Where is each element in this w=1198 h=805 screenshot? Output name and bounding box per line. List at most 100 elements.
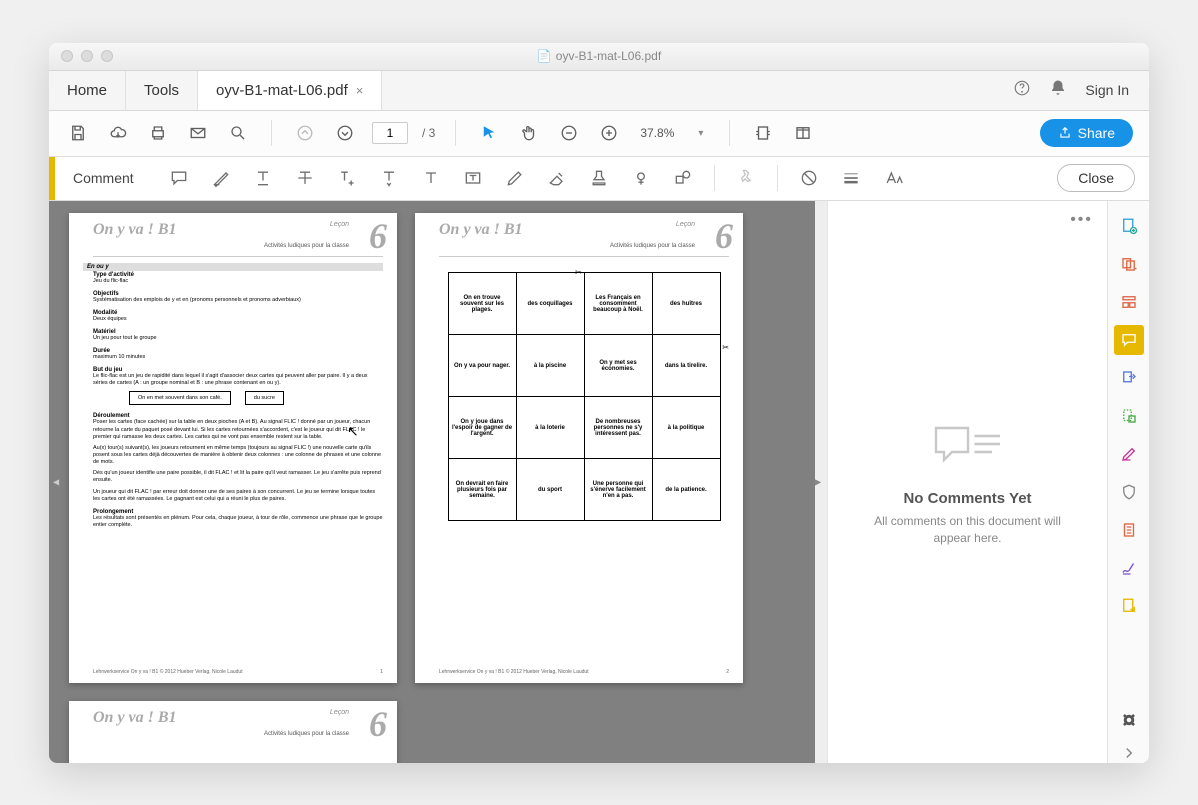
tab-document-label: oyv-B1-mat-L06.pdf bbox=[216, 82, 348, 99]
email-icon[interactable] bbox=[185, 120, 211, 146]
compress-icon[interactable] bbox=[1114, 515, 1144, 545]
card: De nombreuses personnes ne s'y intéresse… bbox=[584, 396, 653, 459]
insert-text-icon[interactable] bbox=[372, 161, 406, 195]
protect-icon[interactable] bbox=[1114, 477, 1144, 507]
tools-rail bbox=[1107, 201, 1149, 763]
content-area: On y va ! B1 Leçon Activités ludiques po… bbox=[49, 201, 1149, 763]
shapes-icon[interactable] bbox=[666, 161, 700, 195]
page-down-icon[interactable] bbox=[332, 120, 358, 146]
window-title: 📄oyv-B1-mat-L06.pdf bbox=[49, 49, 1149, 63]
bell-icon[interactable] bbox=[1049, 79, 1067, 101]
hand-tool-icon[interactable] bbox=[516, 120, 542, 146]
color-icon[interactable] bbox=[792, 161, 826, 195]
eraser-icon[interactable] bbox=[540, 161, 574, 195]
lesson-number-3: 6 bbox=[369, 703, 387, 745]
fill-sign-icon[interactable] bbox=[1114, 553, 1144, 583]
save-icon[interactable] bbox=[65, 120, 91, 146]
highlight-icon[interactable] bbox=[204, 161, 238, 195]
page-up-icon[interactable] bbox=[292, 120, 318, 146]
lesson-number-2: 6 bbox=[715, 215, 733, 257]
scissors-icon: ✂ bbox=[575, 268, 582, 277]
font-icon[interactable] bbox=[876, 161, 910, 195]
search-icon[interactable] bbox=[225, 120, 251, 146]
sticky-note-icon[interactable] bbox=[162, 161, 196, 195]
comment-label: Comment bbox=[73, 170, 134, 186]
comment-toolbar: Comment Close bbox=[49, 157, 1149, 201]
pencil-icon[interactable] bbox=[498, 161, 532, 195]
document-viewport[interactable]: On y va ! B1 Leçon Activités ludiques po… bbox=[49, 201, 815, 763]
deroulement-v3: Dès qu'un joueur identifie une paire pos… bbox=[93, 470, 383, 484]
underline-icon[interactable] bbox=[246, 161, 280, 195]
close-window-icon[interactable] bbox=[61, 50, 73, 62]
page-total-label: / 3 bbox=[422, 126, 435, 140]
share-button[interactable]: Share bbox=[1040, 119, 1133, 147]
type-activite-v: Jeu du flic-flac bbox=[93, 278, 383, 285]
page-num-1: 1 bbox=[380, 669, 383, 675]
card: à la piscine bbox=[516, 334, 585, 397]
line-weight-icon[interactable] bbox=[834, 161, 868, 195]
comments-menu-icon[interactable]: ••• bbox=[1070, 211, 1093, 229]
text-box-icon[interactable] bbox=[456, 161, 490, 195]
subtitle-label-2: Activités ludiques pour la classe bbox=[610, 243, 695, 249]
organize-pages-icon[interactable] bbox=[1114, 363, 1144, 393]
materiel-v: Un jeu pour tout le groupe bbox=[93, 335, 383, 342]
no-comments-title: No Comments Yet bbox=[903, 490, 1031, 507]
duree-v: maximum 10 minutes bbox=[93, 354, 383, 361]
footer-text-2: Lehrwerkservice On y va ! B1 © 2012 Hueb… bbox=[439, 669, 589, 675]
lecon-label-3: Leçon bbox=[330, 709, 349, 716]
create-pdf-icon[interactable] bbox=[1114, 211, 1144, 241]
zoom-in-icon[interactable] bbox=[596, 120, 622, 146]
minimize-window-icon[interactable] bbox=[81, 50, 93, 62]
deroulement-v4: Un joueur qui dit FLAC ! par erreur doit… bbox=[93, 489, 383, 503]
lesson-number: 6 bbox=[369, 215, 387, 257]
card: On devrait en faire plusieurs fois par s… bbox=[448, 458, 517, 521]
card: des huîtres bbox=[652, 272, 721, 335]
card: des coquillages bbox=[516, 272, 585, 335]
cloud-icon[interactable] bbox=[105, 120, 131, 146]
attach-icon[interactable] bbox=[624, 161, 658, 195]
redact-icon[interactable] bbox=[1114, 401, 1144, 431]
print-icon[interactable] bbox=[145, 120, 171, 146]
tab-bar: Home Tools oyv-B1-mat-L06.pdf × Sign In bbox=[49, 71, 1149, 111]
card: On y met ses économies. bbox=[584, 334, 653, 397]
section-en-ou-y: En ou y bbox=[83, 263, 383, 271]
but-v: Le flic-flac est un jeu de rapidité dans… bbox=[93, 373, 383, 387]
zoom-out-icon[interactable] bbox=[556, 120, 582, 146]
close-comment-button[interactable]: Close bbox=[1057, 164, 1135, 192]
pdf-page-2: On y va ! B1 Leçon Activités ludiques po… bbox=[415, 213, 743, 683]
maximize-window-icon[interactable] bbox=[101, 50, 113, 62]
tab-home[interactable]: Home bbox=[49, 71, 126, 110]
comment-tool-icon[interactable] bbox=[1114, 325, 1144, 355]
edit-pdf-icon[interactable] bbox=[1114, 287, 1144, 317]
collapse-rail-icon[interactable] bbox=[1114, 743, 1144, 763]
combine-files-icon[interactable] bbox=[1114, 249, 1144, 279]
pin-icon[interactable] bbox=[729, 161, 763, 195]
no-comments-icon bbox=[928, 416, 1008, 476]
traffic-lights bbox=[61, 50, 113, 62]
fit-width-icon[interactable] bbox=[750, 120, 776, 146]
help-icon[interactable] bbox=[1013, 79, 1031, 101]
more-tools-icon[interactable] bbox=[1114, 705, 1144, 735]
replace-text-icon[interactable] bbox=[330, 161, 364, 195]
no-comments-subtitle: All comments on this document will appea… bbox=[858, 513, 1077, 547]
zoom-level-label: 37.8% bbox=[640, 126, 674, 140]
page-number-input[interactable] bbox=[372, 122, 408, 144]
pdf-page-1: On y va ! B1 Leçon Activités ludiques po… bbox=[69, 213, 397, 683]
page-display-icon[interactable] bbox=[790, 120, 816, 146]
sign-in-link[interactable]: Sign In bbox=[1085, 82, 1129, 98]
tab-tools[interactable]: Tools bbox=[126, 71, 198, 110]
add-text-icon[interactable] bbox=[414, 161, 448, 195]
panel-splitter[interactable] bbox=[815, 201, 827, 763]
tab-document[interactable]: oyv-B1-mat-L06.pdf × bbox=[198, 71, 382, 110]
send-for-sign-icon[interactable] bbox=[1114, 591, 1144, 621]
zoom-dropdown-icon[interactable]: ▾ bbox=[692, 128, 709, 139]
strikethrough-icon[interactable] bbox=[288, 161, 322, 195]
export-pdf-icon[interactable] bbox=[1114, 439, 1144, 469]
stamp-icon[interactable] bbox=[582, 161, 616, 195]
deroulement-v1: Poser les cartes (face cachée) sur la ta… bbox=[93, 419, 383, 440]
footer-text-1: Lehrwerkservice On y va ! B1 © 2012 Hueb… bbox=[93, 669, 243, 675]
card: Les Français en consomment beaucoup à No… bbox=[584, 272, 653, 335]
select-tool-icon[interactable] bbox=[476, 120, 502, 146]
close-tab-icon[interactable]: × bbox=[356, 83, 364, 98]
card: dans la tirelire. bbox=[652, 334, 721, 397]
